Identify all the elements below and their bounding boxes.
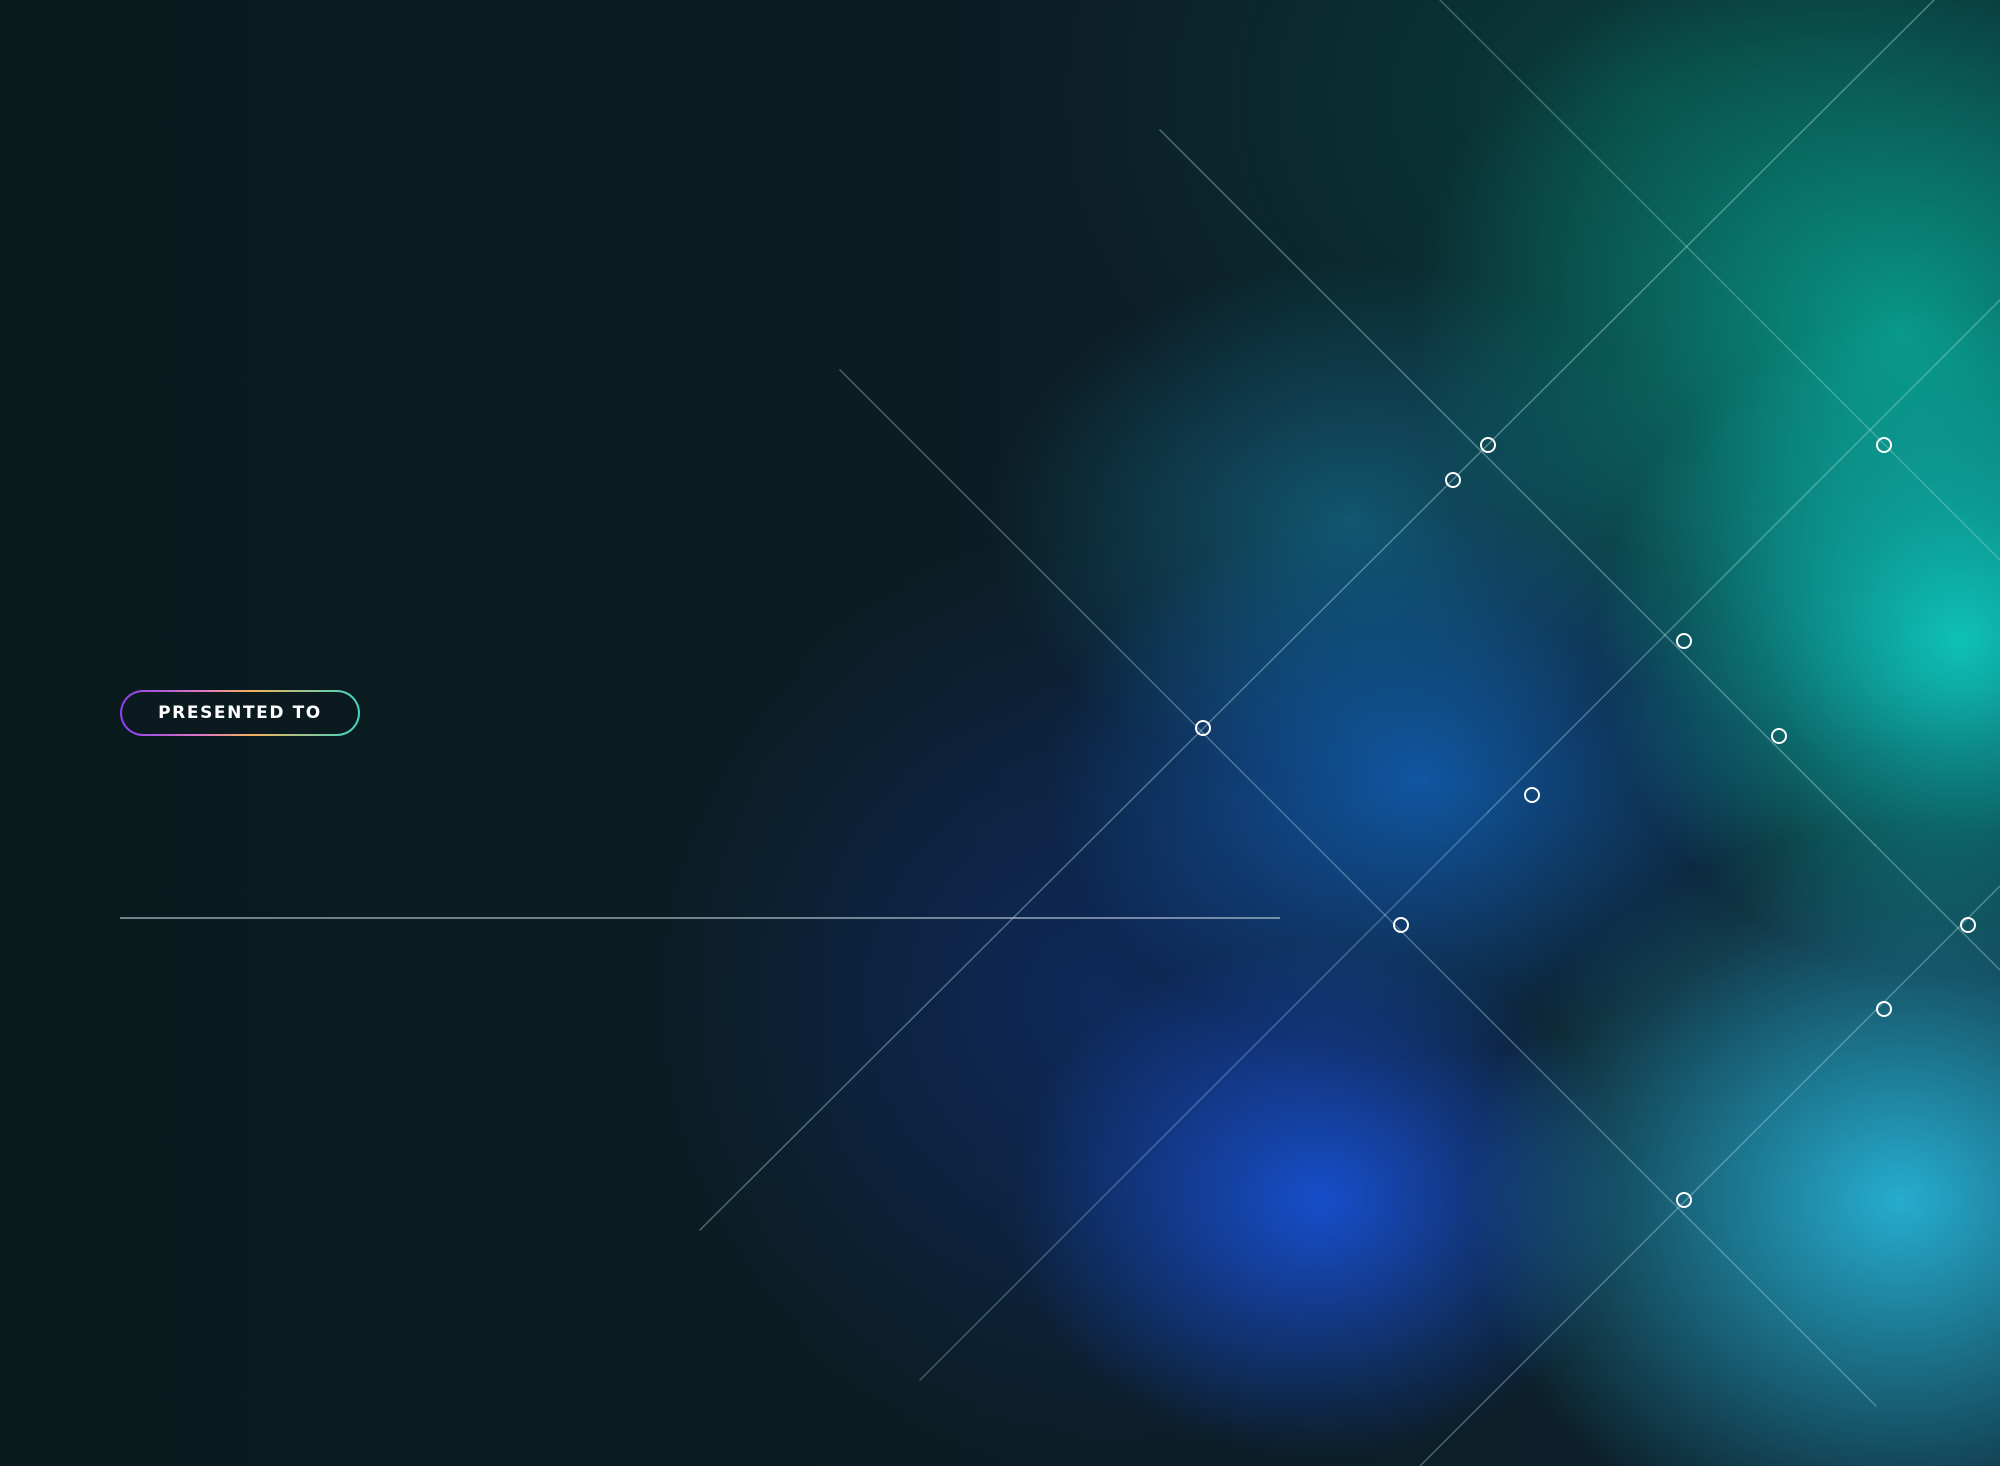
grid-node	[1876, 1001, 1892, 1017]
recipient-name-line	[120, 917, 1280, 919]
presented-to-badge-inner: PRESENTED TO	[122, 692, 358, 734]
grid-line	[1159, 129, 1876, 846]
grid-node	[1524, 787, 1540, 803]
grid-line	[1419, 885, 2000, 1466]
grid-node	[1676, 1192, 1692, 1208]
grid-node	[1393, 917, 1409, 933]
grid-line	[1487, 299, 2000, 813]
presented-to-badge: PRESENTED TO	[120, 690, 360, 736]
grid-line	[699, 0, 1935, 1231]
grid-line	[839, 369, 1685, 1215]
certificate-canvas: PRESENTED TO	[0, 0, 2000, 1466]
grid-line	[1439, 0, 2000, 561]
grid-node	[1960, 917, 1976, 933]
grid-node	[1771, 728, 1787, 744]
grid-line	[1683, 1213, 1877, 1407]
grid-node	[1676, 633, 1692, 649]
grid-line	[1874, 844, 2000, 971]
grid-line	[919, 811, 1489, 1381]
presented-to-label: PRESENTED TO	[158, 703, 322, 723]
